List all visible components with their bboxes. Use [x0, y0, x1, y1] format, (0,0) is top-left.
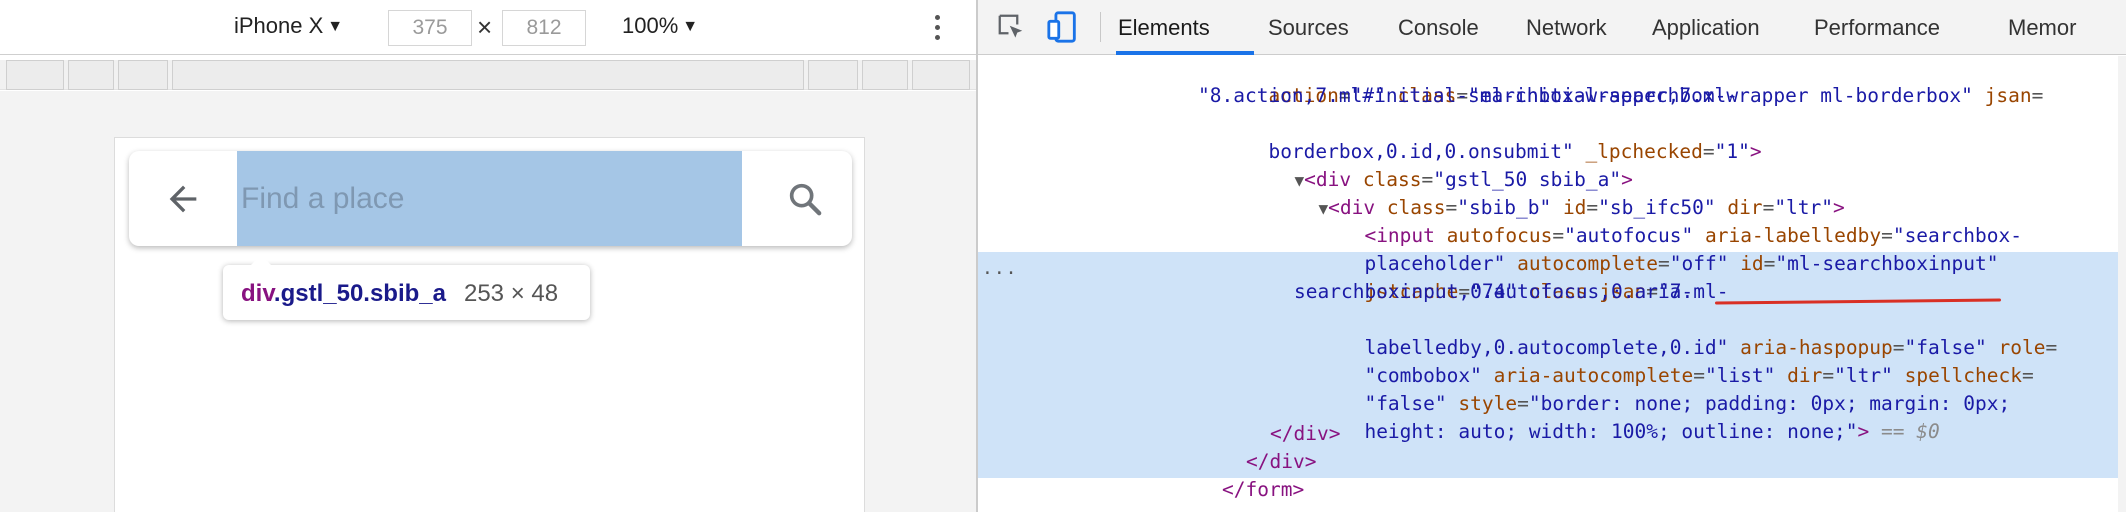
- dom-line-selected[interactable]: searchboxinput,0.autofocus,0.aria-: [1294, 278, 1693, 306]
- dom-line-selected[interactable]: placeholder" autocomplete="off" id="ml-s…: [1294, 222, 1998, 275]
- media-query-segment[interactable]: [808, 60, 858, 90]
- media-query-segment[interactable]: [172, 60, 804, 90]
- media-query-segment[interactable]: [862, 60, 908, 90]
- inspected-element-highlight: Find a place: [237, 151, 742, 246]
- devtools-toolbar: Elements Sources Console Network Applica…: [978, 0, 2126, 55]
- height-input[interactable]: 812: [502, 10, 586, 46]
- tooltip-size: 253 × 48: [463, 280, 559, 307]
- dom-line[interactable]: "8.action,7.ml-initial-searchbox-wrapper…: [1198, 82, 1738, 110]
- media-query-segment[interactable]: [68, 60, 114, 90]
- tooltip-tag: div: [241, 280, 274, 307]
- dom-line[interactable]: ▼<div class="gstl_50 sbib_a">: [1224, 138, 1632, 191]
- media-query-segment[interactable]: [6, 60, 64, 90]
- tooltip-class: .gstl_50.sbib_a: [273, 280, 446, 307]
- dom-line[interactable]: </form>: [1222, 476, 1304, 504]
- dom-line[interactable]: action="#" class="ml-initial-searchbox-w…: [1198, 54, 2043, 107]
- tab-performance[interactable]: Performance: [1814, 0, 1940, 55]
- width-input[interactable]: 375: [388, 10, 472, 46]
- device-toolbar: iPhone X ▼ 375 × 812 100% ▼: [0, 0, 976, 55]
- more-options-icon[interactable]: [930, 12, 944, 44]
- dom-line-selected[interactable]: height: auto; width: 100%; outline: none…: [1294, 390, 1939, 443]
- tab-memory[interactable]: Memor: [2008, 0, 2076, 55]
- device-emulation-pane: iPhone X▼ 375 × 812 100%▼ Find a place: [0, 0, 976, 512]
- tab-sources[interactable]: Sources: [1268, 0, 1349, 55]
- device-select-label: iPhone X: [234, 13, 324, 38]
- media-query-segment[interactable]: [118, 60, 168, 90]
- device-select[interactable]: iPhone X ▼: [234, 13, 343, 39]
- devtools-panel: Elements Sources Console Network Applica…: [978, 0, 2126, 512]
- dom-line[interactable]: </div>: [1270, 420, 1340, 448]
- scrollbar[interactable]: [2118, 56, 2126, 512]
- emulation-canvas: Find a place div.gstl_50.sbib_a 253 × 48: [0, 91, 976, 512]
- tab-network[interactable]: Network: [1526, 0, 1607, 55]
- media-query-bar[interactable]: [0, 60, 976, 90]
- dom-line[interactable]: </div>: [1246, 448, 1316, 476]
- device-viewport: Find a place div.gstl_50.sbib_a 253 × 48: [114, 137, 865, 512]
- node-actions-ellipsis[interactable]: ...: [982, 258, 1018, 279]
- searchbox: Find a place: [129, 151, 852, 246]
- tab-console[interactable]: Console: [1398, 0, 1479, 55]
- dom-line-selected[interactable]: jstcache="74" class jsan="7.ml-: [1294, 250, 1728, 303]
- zoom-select[interactable]: 100% ▼: [622, 13, 698, 39]
- dom-line-selected[interactable]: "combobox" aria-autocomplete="list" dir=…: [1294, 334, 2033, 387]
- zoom-select-label: 100%: [622, 13, 679, 38]
- device-toolbar-toggle-icon[interactable]: [1046, 10, 1080, 44]
- back-arrow-icon[interactable]: [163, 179, 203, 219]
- dropdown-arrow-icon: ▼: [682, 18, 699, 35]
- element-tooltip: div.gstl_50.sbib_a 253 × 48: [223, 255, 590, 320]
- dom-line[interactable]: ▼<div class="sbib_b" id="sb_ifc50" dir="…: [1248, 166, 1844, 219]
- console-reference: == $0: [1881, 420, 1940, 443]
- dom-line-selected[interactable]: "false" style="border: none; padding: 0p…: [1294, 362, 2010, 415]
- inspect-element-icon[interactable]: [996, 12, 1026, 42]
- media-query-segment[interactable]: [912, 60, 970, 90]
- elements-dom-tree: ... action="#" class="ml-initial-searchb…: [978, 56, 2126, 512]
- search-icon[interactable]: [785, 179, 825, 219]
- dom-line-selected[interactable]: labelledby,0.autocomplete,0.id" aria-has…: [1294, 306, 2057, 359]
- dropdown-arrow-icon: ▼: [327, 18, 344, 35]
- tab-application[interactable]: Application: [1652, 0, 1760, 55]
- dimension-separator: ×: [477, 12, 493, 42]
- tab-elements[interactable]: Elements: [1118, 0, 1210, 55]
- dom-line-selected[interactable]: <input autofocus="autofocus" aria-labell…: [1294, 194, 2022, 247]
- dom-line[interactable]: borderbox,0.id,0.onsubmit" _lpchecked="1…: [1198, 110, 1761, 163]
- toolbar-divider: [1100, 12, 1101, 42]
- search-input[interactable]: Find a place: [241, 182, 404, 216]
